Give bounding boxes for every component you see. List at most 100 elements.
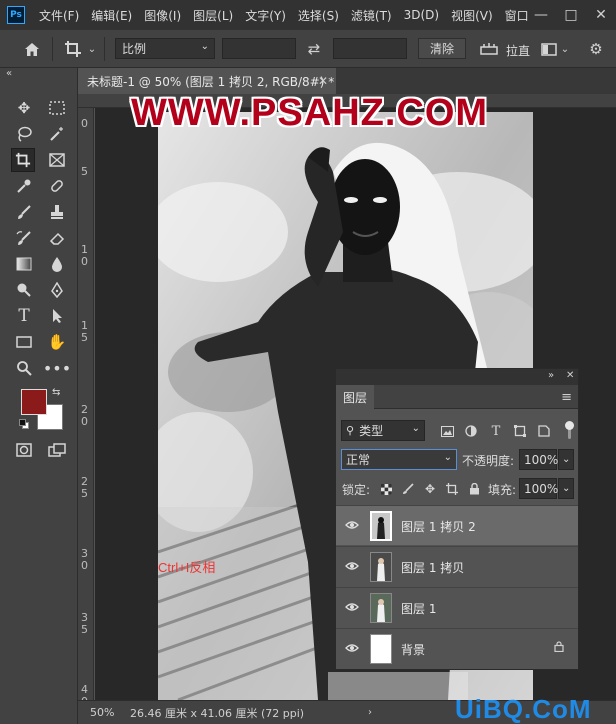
layer-row[interactable]: 图层 1 拷贝 bbox=[336, 546, 578, 586]
lock-all-icon[interactable] bbox=[464, 479, 484, 499]
filter-adjustment-icon[interactable] bbox=[461, 421, 481, 441]
chevron-down-icon[interactable]: ⌄ bbox=[86, 42, 98, 56]
visibility-eye-icon[interactable] bbox=[344, 641, 360, 655]
layer-filter-select[interactable]: ⚲ 类型 ⌄ bbox=[341, 420, 425, 441]
ruler-number: 5 bbox=[81, 487, 88, 500]
lock-icon[interactable] bbox=[554, 641, 564, 655]
zoom-level[interactable]: 50% bbox=[90, 706, 114, 719]
lock-artboard-icon[interactable] bbox=[442, 479, 462, 499]
path-selection-icon[interactable] bbox=[45, 304, 69, 328]
filter-pixel-icon[interactable] bbox=[437, 421, 457, 441]
menu-image[interactable]: 图像(I) bbox=[138, 7, 187, 24]
panel-title-strip: » ✕ bbox=[336, 369, 578, 385]
filter-shape-icon[interactable] bbox=[510, 421, 530, 441]
menu-filter[interactable]: 滤镜(T) bbox=[345, 7, 398, 24]
layer-thumbnail bbox=[370, 593, 392, 623]
fill-dropdown-icon[interactable]: ⌄ bbox=[558, 478, 574, 499]
lock-transparency-icon[interactable] bbox=[376, 479, 396, 499]
minimize-icon[interactable]: — bbox=[526, 0, 556, 30]
maximize-icon[interactable]: □ bbox=[556, 0, 586, 30]
brush-tool-icon[interactable] bbox=[12, 200, 36, 224]
marquee-tool-icon[interactable] bbox=[45, 96, 69, 120]
ratio-select[interactable]: 比例 ⌄ bbox=[115, 38, 215, 59]
divider bbox=[52, 37, 53, 61]
history-brush-icon[interactable] bbox=[12, 226, 36, 250]
eyedropper-icon[interactable] bbox=[12, 174, 36, 198]
straighten-icon[interactable] bbox=[479, 40, 499, 58]
overlay-grid-icon[interactable] bbox=[539, 40, 559, 58]
chevron-down-icon: ⌄ bbox=[411, 423, 420, 434]
menu-file[interactable]: 文件(F) bbox=[33, 7, 85, 24]
collapse-panel-icon[interactable]: « bbox=[6, 68, 12, 79]
eraser-icon[interactable] bbox=[45, 226, 69, 250]
layer-row[interactable]: 图层 1 拷贝 2 bbox=[336, 505, 578, 545]
dodge-tool-icon[interactable] bbox=[12, 278, 36, 302]
collapse-panel-icon[interactable]: » bbox=[548, 370, 554, 381]
menu-select[interactable]: 选择(S) bbox=[292, 7, 345, 24]
visibility-eye-icon[interactable] bbox=[344, 559, 360, 573]
visibility-eye-icon[interactable] bbox=[344, 600, 360, 614]
crop-tool-icon[interactable] bbox=[62, 39, 84, 59]
magic-wand-icon[interactable] bbox=[45, 122, 69, 146]
lasso-tool-icon[interactable] bbox=[12, 122, 36, 146]
ruler-number: 5 bbox=[81, 331, 88, 344]
swap-colors-icon[interactable]: ⇆ bbox=[52, 387, 60, 398]
layer-name[interactable]: 图层 1 拷贝 2 bbox=[401, 518, 476, 535]
zoom-tool-icon[interactable] bbox=[12, 356, 36, 380]
gradient-tool-icon[interactable] bbox=[12, 252, 36, 276]
clear-button[interactable]: 清除 bbox=[418, 38, 466, 59]
filter-toggle[interactable] bbox=[565, 421, 574, 439]
width-input[interactable] bbox=[222, 38, 296, 59]
rectangle-tool-icon[interactable] bbox=[12, 330, 36, 354]
quick-mask-icon[interactable] bbox=[12, 438, 36, 462]
layer-row[interactable]: 背景 bbox=[336, 628, 578, 668]
settings-gear-icon[interactable]: ⚙ bbox=[586, 40, 606, 58]
ruler-number: 0 bbox=[81, 559, 88, 572]
visibility-eye-icon[interactable] bbox=[344, 518, 360, 532]
opacity-dropdown-icon[interactable]: ⌄ bbox=[558, 449, 574, 470]
lock-position-icon[interactable]: ✥ bbox=[420, 479, 440, 499]
fill-input[interactable]: 100% bbox=[519, 478, 558, 499]
crop-tool-icon[interactable] bbox=[11, 148, 35, 172]
pen-tool-icon[interactable] bbox=[45, 278, 69, 302]
healing-brush-icon[interactable] bbox=[45, 174, 69, 198]
filter-type-icon[interactable]: T bbox=[486, 421, 506, 441]
ruler-number: 5 bbox=[81, 623, 88, 636]
blur-tool-icon[interactable] bbox=[45, 252, 69, 276]
lock-pixels-brush-icon[interactable] bbox=[398, 479, 418, 499]
menu-3d[interactable]: 3D(D) bbox=[398, 8, 445, 22]
screen-mode-icon[interactable] bbox=[45, 438, 69, 462]
document-tab[interactable]: 未标题-1 @ 50% (图层 1 拷贝 2, RGB/8#) * ✕ bbox=[78, 68, 336, 94]
menu-type[interactable]: 文字(Y) bbox=[239, 7, 292, 24]
foreground-color-swatch[interactable] bbox=[21, 389, 47, 415]
layers-tab[interactable]: 图层 bbox=[336, 385, 374, 409]
menu-layer[interactable]: 图层(L) bbox=[187, 7, 239, 24]
clone-stamp-icon[interactable] bbox=[45, 200, 69, 224]
layer-name[interactable]: 图层 1 bbox=[401, 600, 436, 617]
close-tab-icon[interactable]: ✕ bbox=[318, 74, 328, 88]
menu-edit[interactable]: 编辑(E) bbox=[85, 7, 138, 24]
blend-mode-select[interactable]: 正常 ⌄ bbox=[341, 449, 457, 470]
close-panel-icon[interactable]: ✕ bbox=[566, 370, 574, 381]
close-icon[interactable]: ✕ bbox=[586, 0, 616, 30]
type-tool-icon[interactable]: T bbox=[12, 304, 36, 328]
document-tab-bar: 未标题-1 @ 50% (图层 1 拷贝 2, RGB/8#) * ✕ bbox=[78, 68, 616, 94]
filter-smart-object-icon[interactable] bbox=[534, 421, 554, 441]
opacity-input[interactable]: 100% bbox=[519, 449, 558, 470]
layer-row[interactable]: 图层 1 bbox=[336, 587, 578, 627]
straighten-label[interactable]: 拉直 bbox=[506, 42, 530, 59]
menu-view[interactable]: 视图(V) bbox=[445, 7, 499, 24]
more-tools-icon[interactable]: ••• bbox=[43, 356, 71, 380]
panel-menu-icon[interactable]: ≡ bbox=[561, 390, 572, 405]
home-icon[interactable] bbox=[22, 40, 42, 58]
default-colors-icon[interactable] bbox=[19, 419, 29, 429]
move-tool-icon[interactable]: ✥ bbox=[12, 96, 36, 120]
chevron-down-icon[interactable]: ⌄ bbox=[560, 42, 570, 56]
hand-tool-icon[interactable]: ✋ bbox=[45, 330, 69, 354]
layer-name[interactable]: 背景 bbox=[401, 641, 425, 658]
status-menu-arrow-icon[interactable]: › bbox=[368, 707, 372, 718]
layer-name[interactable]: 图层 1 拷贝 bbox=[401, 559, 464, 576]
frame-tool-icon[interactable] bbox=[45, 148, 69, 172]
swap-icon[interactable]: ⇄ bbox=[302, 40, 326, 58]
height-input[interactable] bbox=[333, 38, 407, 59]
